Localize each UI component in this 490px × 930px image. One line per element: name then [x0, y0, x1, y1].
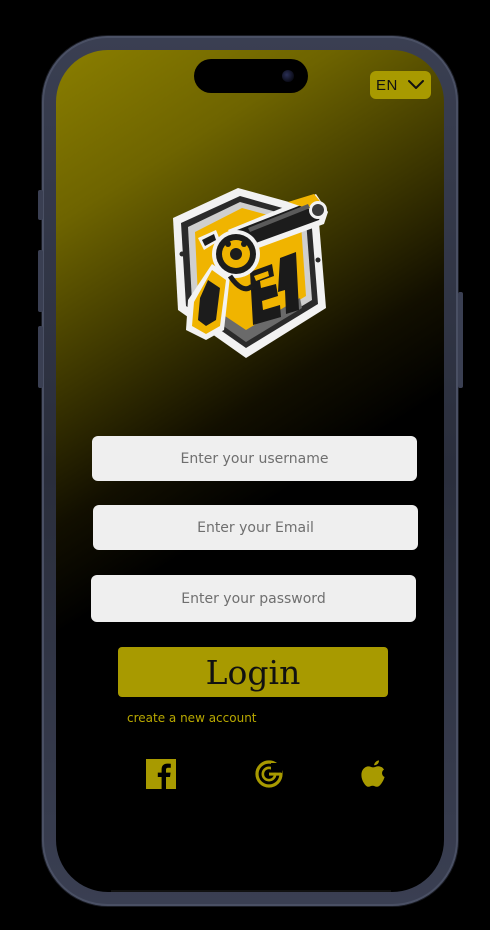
- email-field[interactable]: [93, 505, 418, 550]
- apple-button[interactable]: [356, 757, 390, 791]
- apple-icon: [361, 760, 385, 787]
- revolver-shield-logo: [173, 188, 328, 358]
- google-button[interactable]: [252, 757, 286, 791]
- app-screen: EN Enter your username Enter your Email …: [56, 50, 444, 892]
- facebook-icon: [146, 759, 176, 789]
- facebook-button[interactable]: [144, 757, 178, 791]
- power-button: [458, 292, 463, 388]
- action-button: [38, 190, 43, 220]
- dynamic-island: [194, 59, 308, 93]
- username-field[interactable]: [92, 436, 417, 481]
- login-button[interactable]: Login: [118, 647, 388, 697]
- password-field[interactable]: [91, 575, 416, 622]
- chevron-down-icon: [408, 80, 424, 89]
- create-account-link[interactable]: create a new account: [127, 711, 257, 725]
- language-label: EN: [376, 76, 398, 94]
- volume-down-button: [38, 326, 43, 388]
- volume-up-button: [38, 250, 43, 312]
- google-icon: [255, 760, 283, 788]
- language-selector[interactable]: EN: [370, 71, 431, 99]
- home-indicator: [111, 890, 391, 892]
- camera-icon: [282, 70, 294, 82]
